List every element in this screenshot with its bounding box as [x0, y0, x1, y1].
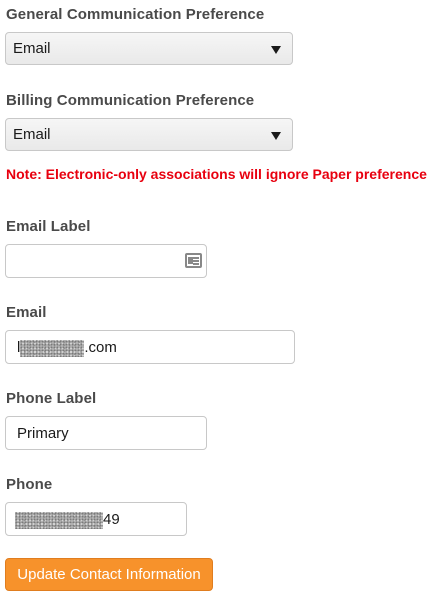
general-pref-selected-value: Email — [13, 40, 51, 57]
phone-value: 49 — [15, 511, 120, 529]
update-contact-information-button[interactable]: Update Contact Information — [5, 558, 213, 591]
phone-value-suffix: 49 — [103, 511, 120, 528]
phone-label-label: Phone Label — [6, 390, 97, 407]
email-value-suffix: .com — [84, 339, 117, 356]
phone-input[interactable]: 49 — [5, 502, 187, 536]
email-label: Email — [6, 304, 47, 321]
contact-card-icon — [185, 253, 202, 268]
phone-label: Phone — [6, 476, 53, 493]
billing-pref-select[interactable]: Email — [5, 118, 293, 151]
phone-redacted-block — [15, 511, 103, 529]
email-label-input[interactable] — [5, 244, 207, 278]
dropdown-arrow-icon — [271, 46, 281, 54]
billing-pref-label: Billing Communication Preference — [6, 92, 255, 109]
email-redacted-block — [20, 339, 85, 357]
phone-label-input[interactable]: Primary — [5, 416, 207, 450]
paper-preference-note: Note: Electronic-only associations will … — [6, 166, 427, 182]
general-pref-select[interactable]: Email — [5, 32, 293, 65]
phone-label-value: Primary — [17, 425, 69, 442]
general-pref-label: General Communication Preference — [6, 6, 265, 23]
email-label-label: Email Label — [6, 218, 91, 235]
dropdown-arrow-icon — [271, 132, 281, 140]
billing-pref-selected-value: Email — [13, 126, 51, 143]
email-input[interactable]: l .com — [5, 330, 295, 364]
email-value: l .com — [17, 339, 117, 357]
